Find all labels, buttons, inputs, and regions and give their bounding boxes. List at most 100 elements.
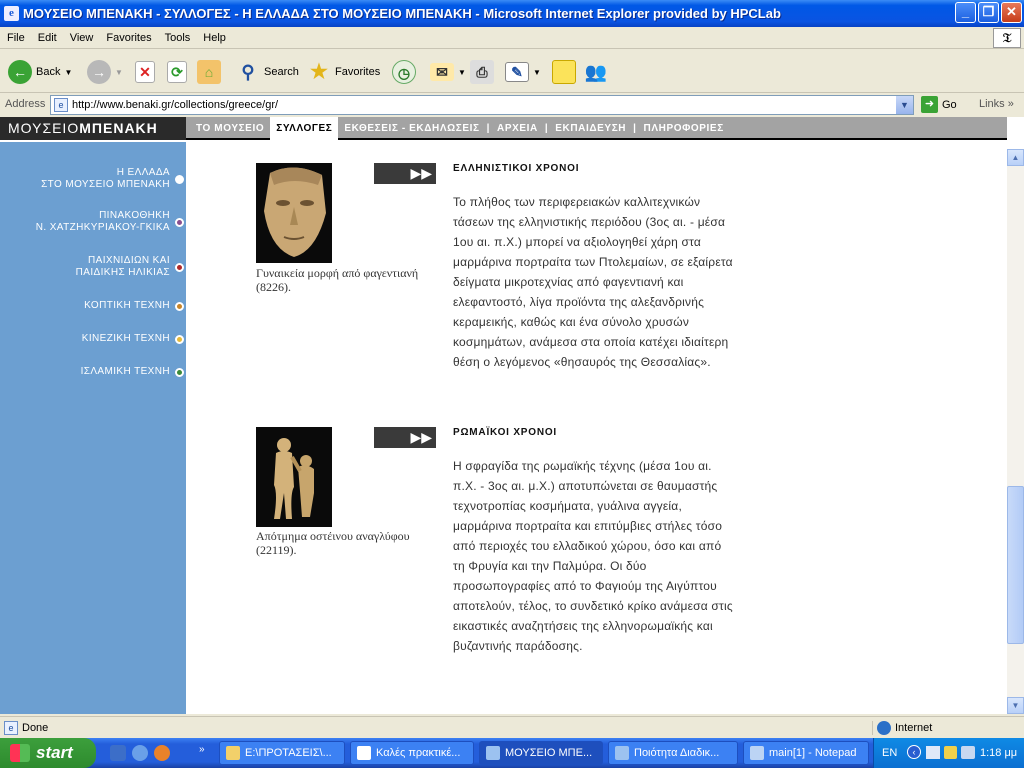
vertical-scrollbar[interactable]: ▲ ▼ <box>1007 149 1024 714</box>
nav-exhibitions[interactable]: ΕΚΘΕΣΕΙΣ - ΕΚΔΗΛΩΣΕΙΣ <box>338 117 485 140</box>
menu-view[interactable]: View <box>63 27 100 44</box>
mail-button[interactable]: ✉ ▼ <box>430 58 466 86</box>
artifact-photo[interactable] <box>256 427 332 527</box>
more-arrow-button[interactable]: ▶▶ <box>374 427 436 448</box>
task-ie-benaki[interactable]: ΜΟΥΣΕΙΟ ΜΠΕ... <box>479 741 603 765</box>
maximize-button[interactable]: ❐ <box>978 2 999 23</box>
history-button[interactable]: ◷ <box>392 58 416 86</box>
body-line: τη Φρυγία και την Παλμύρα. Οι δύο <box>453 559 647 573</box>
edit-button[interactable]: ✎ ▼ <box>505 58 541 86</box>
volume-icon[interactable] <box>961 746 975 759</box>
forward-button[interactable]: → ▼ <box>87 58 123 86</box>
menu-edit[interactable]: Edit <box>31 27 63 44</box>
sidebar-item-label: ΠΑΙΧΝΙΔΙΩΝ ΚΑΙ <box>88 255 170 266</box>
favorites-button[interactable]: ★ Favorites <box>307 58 380 86</box>
menu-tools[interactable]: Tools <box>158 27 197 44</box>
notepad-icon <box>750 746 764 760</box>
menu-favorites[interactable]: Favorites <box>99 27 157 44</box>
refresh-button[interactable]: ⟳ <box>167 58 187 86</box>
ie-quicklaunch-icon[interactable] <box>132 745 148 761</box>
notes-button[interactable] <box>552 58 576 86</box>
task-ie-quality[interactable]: Ποιότητα Διαδικ... <box>608 741 738 765</box>
site-logo[interactable]: ΜΟΥΣΕΙΟΜΠΕΝΑΚΗ <box>0 117 186 140</box>
network-icon[interactable] <box>926 746 940 759</box>
page-viewport: ΜΟΥΣΕΙΟΜΠΕΝΑΚΗ ΤΟ ΜΟΥΣΕΙΟ ΣΥΛΛΟΓΕΣ ΕΚΘΕΣ… <box>0 117 1024 714</box>
page-icon: e <box>4 721 18 735</box>
show-desktop-icon[interactable] <box>110 745 126 761</box>
go-button[interactable]: ➜ Go <box>921 96 957 113</box>
task-explorer[interactable]: E:\ΠΡΟΤΑΣΕΙΣ\... <box>219 741 345 765</box>
sidebar-item-coptic[interactable]: ΚΟΠΤΙΚΗ ΤΕΧΝΗ <box>0 300 186 312</box>
body-line: μαρμάρινα πορτραίτα και επιτύμβιες στήλε… <box>453 519 723 533</box>
nav-museum[interactable]: ΤΟ ΜΟΥΣΕΙΟ <box>190 117 270 140</box>
address-label: Address <box>5 98 46 110</box>
stop-button[interactable]: ✕ <box>135 58 155 86</box>
menu-help[interactable]: Help <box>196 27 232 44</box>
print-button[interactable]: ⎙ <box>470 58 494 86</box>
scroll-up-arrow-icon[interactable]: ▲ <box>1007 149 1024 166</box>
window-title: ΜΟΥΣΕΙΟ ΜΠΕΝΑΚΗ - ΣΥΛΛΟΓΕΣ - Η ΕΛΛΑΔΑ ΣΤ… <box>23 6 781 21</box>
task-label: E:\ΠΡΟΤΑΣΕΙΣ\... <box>245 747 332 759</box>
close-button[interactable]: ✕ <box>1001 2 1022 23</box>
task-word[interactable]: Καλές πρακτικέ... <box>350 741 474 765</box>
firefox-icon[interactable] <box>154 745 170 761</box>
double-arrow-icon: ▶▶ <box>410 429 432 445</box>
nav-collections[interactable]: ΣΥΛΛΟΓΕΣ <box>270 117 339 140</box>
sidebar-item-islamic[interactable]: ΙΣΛΑΜΙΚΗ ΤΕΧΝΗ <box>0 366 186 378</box>
search-label: Search <box>264 66 299 78</box>
scroll-down-arrow-icon[interactable]: ▼ <box>1007 697 1024 714</box>
mail-dropdown-icon[interactable]: ▼ <box>458 68 466 77</box>
search-icon: ⚲ <box>241 62 255 82</box>
menu-file[interactable]: File <box>0 27 31 44</box>
forward-arrow-icon: → <box>87 60 111 84</box>
search-button[interactable]: ⚲ Search <box>236 58 299 86</box>
sidebar-item-label: Η ΕΛΛΑΔΑ <box>116 167 170 178</box>
sidebar-item-greece[interactable]: Η ΕΛΛΑΔΑ ΣΤΟ ΜΟΥΣΕΙΟ ΜΠΕΝΑΚΗ <box>0 167 186 191</box>
clock[interactable]: 1:18 μμ <box>980 747 1017 759</box>
mail-icon: ✉ <box>430 63 454 81</box>
title-bar[interactable]: e ΜΟΥΣΕΙΟ ΜΠΕΝΑΚΗ - ΣΥΛΛΟΓΕΣ - Η ΕΛΛΑΔΑ … <box>0 0 1024 27</box>
toolbar: ← Back ▼ → ▼ ✕ ⟳ ⌂ ⚲ Search ★ Favorites … <box>0 50 1024 93</box>
links-label: Links <box>979 98 1005 110</box>
windows-logo-icon <box>10 744 30 762</box>
sidebar-item-chinese[interactable]: ΚΙΝΕΖΙΚΗ ΤΕΧΝΗ <box>0 333 186 345</box>
back-label: Back <box>36 66 61 78</box>
nav-archives[interactable]: ΑΡΧΕΙΑ <box>491 117 544 140</box>
home-icon: ⌂ <box>197 60 221 84</box>
artifact-photo[interactable] <box>256 163 332 263</box>
language-indicator[interactable]: EN <box>882 747 897 759</box>
go-label: Go <box>942 98 957 111</box>
menu-bar: File Edit View Favorites Tools Help 𝔗 <box>0 27 1024 49</box>
favorites-label: Favorites <box>335 66 381 78</box>
image-caption: Γυναικεία μορφή από φαγεντιανή (8226). <box>256 266 419 294</box>
body-line: Η σφραγίδα της ρωμαϊκής τέχνης (μέσα 1ου… <box>453 459 712 473</box>
back-dropdown-icon[interactable]: ▼ <box>64 68 72 77</box>
minimize-button[interactable]: _ <box>955 2 976 23</box>
security-shield-icon[interactable] <box>944 746 957 759</box>
sidebar-item-toys[interactable]: ΠΑΙΧΝΙΔΙΩΝ ΚΑΙ ΠΑΙΔΙΚΗΣ ΗΛΙΚΙΑΣ <box>0 255 186 279</box>
status-text: Done <box>22 722 49 734</box>
home-button[interactable]: ⌂ <box>197 58 221 86</box>
bullet-dot-icon <box>175 368 184 377</box>
tray-expand-icon[interactable]: ‹ <box>907 745 921 759</box>
edit-dropdown-icon[interactable]: ▼ <box>533 68 541 77</box>
address-url[interactable]: http://www.benaki.gr/collections/greece/… <box>72 99 278 111</box>
edit-page-icon: ✎ <box>505 62 529 82</box>
back-button[interactable]: ← Back ▼ <box>8 58 72 86</box>
thumb-spacer <box>332 427 374 448</box>
task-notepad[interactable]: main[1] - Notepad <box>743 741 869 765</box>
address-input[interactable]: e http://www.benaki.gr/collections/greec… <box>50 95 914 115</box>
sidebar-item-ghika-gallery[interactable]: ΠΙΝΑΚΟΘΗΚΗ Ν. ΧΑΤΖΗΚΥΡΙΑΚΟΥ-ΓΚΙΚΑ <box>0 210 186 234</box>
links-button[interactable]: Links » <box>979 98 1014 110</box>
more-arrow-button[interactable]: ▶▶ <box>374 163 436 184</box>
thumbnail-box: ▶▶ <box>256 427 436 527</box>
start-button[interactable]: start <box>0 738 96 768</box>
nav-information[interactable]: ΠΛΗΡΟΦΟΡΙΕΣ <box>638 117 730 140</box>
address-dropdown-icon[interactable]: ▼ <box>896 96 913 114</box>
scroll-thumb[interactable] <box>1007 486 1024 644</box>
quicklaunch-expand-icon[interactable]: » <box>199 744 205 755</box>
nav-education[interactable]: ΕΚΠΑΙΔΕΥΣΗ <box>549 117 632 140</box>
star-icon: ★ <box>310 61 328 83</box>
forward-dropdown-icon[interactable]: ▼ <box>115 68 123 77</box>
messenger-button[interactable]: 👥 <box>584 58 608 86</box>
